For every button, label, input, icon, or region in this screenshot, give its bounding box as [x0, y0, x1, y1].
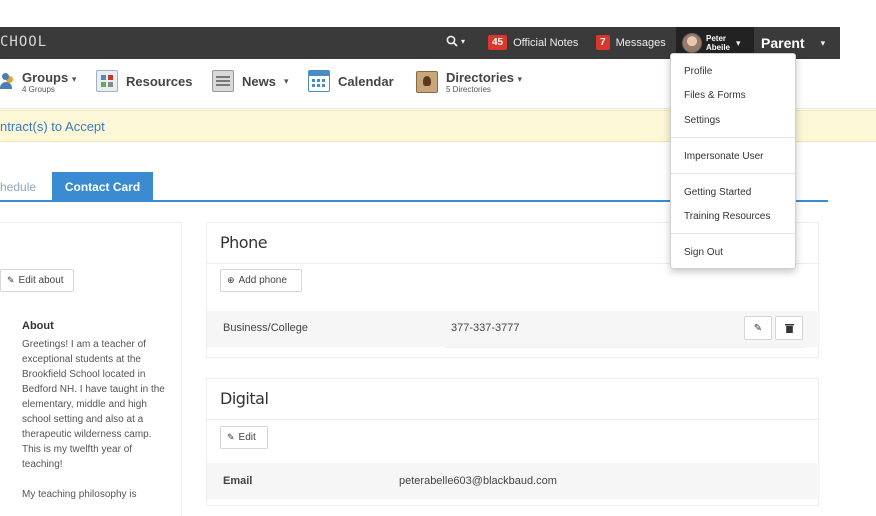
- phone-number: 377-337-3777: [451, 322, 520, 334]
- role-label: Parent: [761, 35, 805, 51]
- nav-directories-count: 5 Directories: [446, 85, 491, 94]
- user-first-name: Peter: [706, 34, 727, 43]
- menu-item-settings[interactable]: Settings: [684, 115, 720, 126]
- tab-schedule[interactable]: hedule: [0, 172, 50, 202]
- add-phone-label: Add phone: [238, 275, 287, 286]
- table-row: Email peterabelle603@blackbaud.com: [207, 463, 820, 499]
- chevron-down-icon: ▾: [517, 74, 523, 84]
- nav-resources-label: Resources: [126, 73, 193, 89]
- trash-icon: [784, 324, 794, 333]
- resources-icon: [96, 70, 118, 92]
- about-heading: About: [22, 320, 54, 332]
- search-menu[interactable]: ▾: [446, 35, 465, 47]
- chevron-down-icon: ▾: [71, 74, 77, 84]
- edit-about-button[interactable]: ✎ Edit about: [0, 269, 74, 292]
- menu-item-sign-out[interactable]: Sign Out: [684, 247, 723, 258]
- nav-groups[interactable]: Groups ▾ 4 Groups: [0, 70, 76, 94]
- messages-link[interactable]: 7 Messages: [596, 35, 666, 50]
- plus-circle-icon: ⊕: [227, 275, 235, 285]
- about-panel: ✎ Edit about About Greetings! I am a tea…: [0, 222, 182, 516]
- official-notes-link[interactable]: 45 Official Notes: [488, 35, 578, 50]
- pencil-icon: ✎: [7, 275, 15, 285]
- nav-directories[interactable]: Directories ▾ 5 Directories: [416, 70, 522, 94]
- contracts-alert-link[interactable]: ntract(s) to Accept: [0, 119, 105, 134]
- chevron-down-icon: ▾: [283, 75, 289, 86]
- menu-divider: [671, 233, 795, 234]
- menu-divider: [671, 173, 795, 174]
- avatar: [682, 33, 702, 53]
- phone-title: Phone: [220, 233, 268, 252]
- nav-groups-text: Groups ▾ 4 Groups: [22, 70, 76, 94]
- nav-groups-count: 4 Groups: [22, 85, 55, 94]
- digital-card: Digital ✎ Edit Email peterabelle603@blac…: [206, 378, 820, 506]
- table-row: Business/College 377-337-3777 ✎: [207, 311, 820, 347]
- nav-calendar-label: Calendar: [338, 73, 394, 89]
- notes-count-badge: 45: [488, 35, 508, 50]
- delete-phone-button[interactable]: [775, 316, 803, 340]
- nav-resources[interactable]: Resources: [96, 70, 192, 92]
- pencil-icon: ✎: [227, 432, 235, 442]
- edit-digital-label: Edit: [238, 432, 256, 443]
- messages-count-badge: 7: [596, 35, 610, 50]
- nav-directories-text: Directories ▾ 5 Directories: [446, 70, 522, 94]
- nav-groups-label: Groups: [22, 70, 69, 85]
- edit-digital-button[interactable]: ✎ Edit: [220, 426, 268, 449]
- divider: [445, 347, 805, 348]
- user-name: Peter Abeile: [706, 34, 730, 52]
- nav-news[interactable]: News ▾: [212, 70, 289, 92]
- menu-item-training-resources[interactable]: Training Resources: [684, 211, 770, 222]
- menu-divider: [671, 137, 795, 138]
- menu-item-impersonate-user[interactable]: Impersonate User: [684, 151, 763, 162]
- user-dropdown-menu: Profile Files & Forms Settings Impersona…: [670, 53, 796, 269]
- user-last-name: Abeile: [706, 43, 731, 52]
- phone-type: Business/College: [223, 322, 308, 334]
- divider: [207, 419, 820, 420]
- notes-label: Official Notes: [513, 36, 579, 49]
- digital-type: Email: [223, 475, 253, 487]
- about-text: Greetings! I am a teacher of exceptional…: [22, 339, 165, 500]
- nav-directories-label: Directories: [446, 70, 514, 85]
- school-logo[interactable]: CHOOL: [0, 34, 47, 50]
- email-link[interactable]: peterabelle603@blackbaud.com: [399, 475, 557, 487]
- messages-label: Messages: [615, 36, 666, 49]
- edit-about-label: Edit about: [18, 275, 64, 286]
- nav-calendar[interactable]: Calendar: [308, 70, 394, 92]
- chevron-down-icon: ▾: [461, 36, 466, 46]
- add-phone-button[interactable]: ⊕ Add phone: [220, 269, 302, 292]
- menu-item-profile[interactable]: Profile: [684, 66, 712, 77]
- nav-news-label: News: [242, 73, 276, 89]
- calendar-icon: [308, 70, 330, 92]
- menu-item-files-forms[interactable]: Files & Forms: [684, 90, 746, 101]
- chevron-down-icon: ▾: [736, 37, 741, 48]
- directory-icon: [416, 71, 438, 93]
- chevron-down-icon: ▾: [820, 37, 826, 48]
- menu-item-getting-started[interactable]: Getting Started: [684, 187, 751, 198]
- newspaper-icon: [212, 70, 234, 92]
- groups-icon: [0, 73, 14, 91]
- search-icon: [446, 35, 458, 47]
- edit-phone-button[interactable]: ✎: [744, 316, 772, 340]
- tab-contact-card[interactable]: Contact Card: [52, 172, 153, 202]
- pencil-icon: ✎: [753, 322, 763, 334]
- digital-title: Digital: [220, 389, 269, 408]
